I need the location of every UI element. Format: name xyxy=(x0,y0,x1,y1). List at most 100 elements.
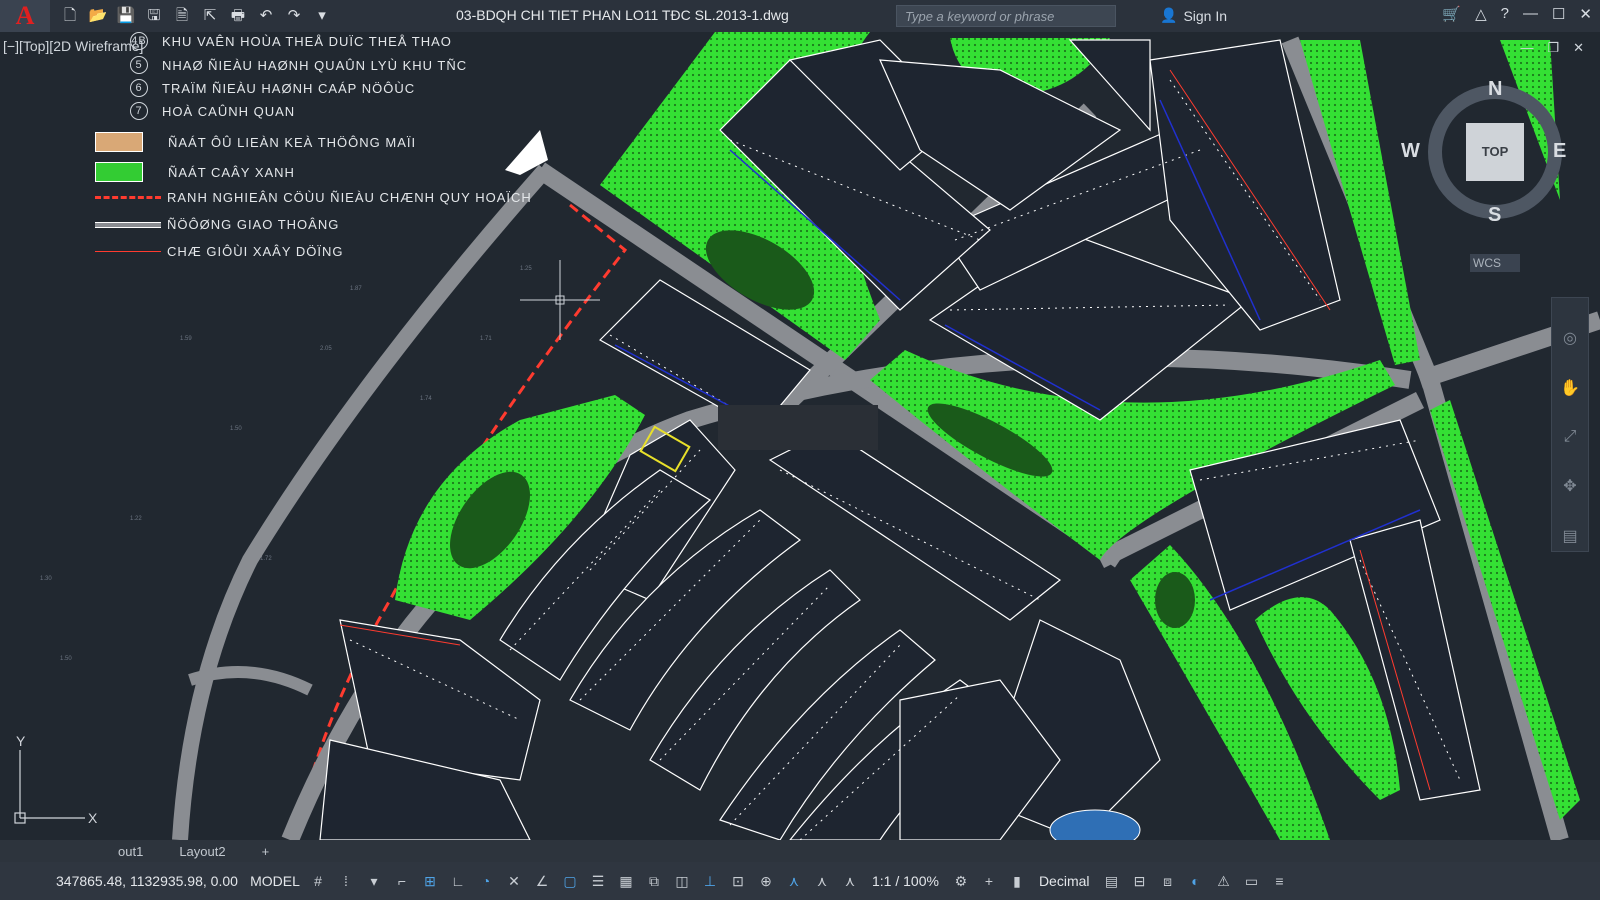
legend-text: ÑÖÔØNG GIAO THOÂNG xyxy=(167,217,340,232)
drawing-viewport[interactable]: 1.25 1.87 2.05 1.50 1.22 1.50 1.74 1.59 1.30 1… xyxy=(0,32,1600,840)
compass-north[interactable]: N xyxy=(1488,78,1502,101)
object-snap-tracking-icon[interactable]: ∠ xyxy=(531,873,553,890)
grid-icon[interactable]: # xyxy=(307,873,329,889)
help-icon[interactable]: ? xyxy=(1501,5,1509,23)
close-icon[interactable]: ✕ xyxy=(1579,5,1592,23)
maximize-icon[interactable]: ☐ xyxy=(1552,5,1565,23)
dynamic-input-icon[interactable]: ⊞ xyxy=(419,873,441,890)
legend-number: 4B xyxy=(130,32,148,50)
polar-tracking-icon[interactable]: ◔ xyxy=(475,873,497,889)
legend-text: ÑAÁT ÔÛ LIEÀN KEÀ THÖÔNG MAÏI xyxy=(168,134,417,150)
quick-properties-icon[interactable]: ▤ xyxy=(1101,873,1123,890)
viewport-restore-icon[interactable]: ❐ xyxy=(1547,40,1559,56)
viewport-close-icon[interactable]: ✕ xyxy=(1573,40,1584,56)
compass-east[interactable]: E xyxy=(1553,140,1566,163)
legend-line xyxy=(95,251,161,252)
svg-text:1.50: 1.50 xyxy=(60,656,72,662)
a360-icon[interactable]: △ xyxy=(1475,5,1487,23)
publish-icon[interactable]: 🗎 xyxy=(172,6,192,26)
legend-swatch xyxy=(95,132,143,152)
units-icon: ▮ xyxy=(1013,872,1021,889)
selection-filter-icon[interactable]: ⊡ xyxy=(727,873,749,890)
save-as-icon[interactable]: 🖫 xyxy=(144,6,164,26)
steering-wheel-icon[interactable]: ◎ xyxy=(1563,328,1577,348)
snap-icon[interactable]: ⁞ xyxy=(335,873,357,889)
new-file-icon[interactable]: 🗋 xyxy=(60,6,80,26)
infer-constraints-icon[interactable]: ⌐ xyxy=(391,873,413,889)
app-menu-button[interactable]: A xyxy=(0,0,50,32)
legend-swatch xyxy=(95,162,143,182)
tab-layout1[interactable]: out1 xyxy=(100,844,161,859)
tab-layout2[interactable]: Layout2 xyxy=(161,844,243,859)
auto-scale-icon[interactable]: ⋏ xyxy=(811,873,833,890)
svg-text:1.74: 1.74 xyxy=(420,396,432,402)
annotation-visibility-icon[interactable]: ⋏ xyxy=(783,873,805,890)
plot-icon[interactable]: 🖶 xyxy=(228,6,248,26)
clean-screen-icon[interactable]: ▭ xyxy=(1241,873,1263,890)
import-icon[interactable]: ⇱ xyxy=(200,6,220,26)
navigation-bar: ◎ ✋ ⤢ ✥ ▤ xyxy=(1551,297,1589,552)
customization-menu-icon[interactable]: ≡ xyxy=(1269,873,1291,889)
wcs-menu[interactable]: WCS xyxy=(1470,254,1520,272)
annotation-scale-icon[interactable]: ⋏ xyxy=(839,873,861,890)
legend-row: ÑÖÔØNG GIAO THOÂNG xyxy=(95,217,339,232)
undo-icon[interactable]: ↶ xyxy=(256,6,276,26)
legend-number: 6 xyxy=(130,79,148,97)
lock-ui-icon[interactable]: ⊟ xyxy=(1129,873,1151,890)
showmotion-icon[interactable]: ▤ xyxy=(1562,526,1577,546)
zoom-icon[interactable]: ⤢ xyxy=(1564,428,1577,446)
svg-text:1.87: 1.87 xyxy=(350,286,362,292)
transparency-icon[interactable]: ▦ xyxy=(615,873,637,890)
minimize-icon[interactable]: — xyxy=(1523,5,1538,23)
pan-icon[interactable]: ✋ xyxy=(1560,378,1580,398)
3d-osnap-icon[interactable]: ◫ xyxy=(671,873,693,890)
layout-tabs: out1 Layout2 + xyxy=(0,840,1600,862)
autocad-logo-icon: A xyxy=(15,1,35,30)
window-controls: 🛒 △ ? — ☐ ✕ xyxy=(1442,5,1592,23)
gizmo-icon[interactable]: ⊕ xyxy=(755,873,777,890)
quick-access-toolbar: 🗋 📂 💾 🖫 🗎 ⇱ 🖶 ↶ ↷ ▾ xyxy=(60,6,332,26)
model-space-button[interactable]: MODEL xyxy=(246,873,304,889)
units-selector[interactable]: Decimal xyxy=(1039,873,1090,889)
open-file-icon[interactable]: 📂 xyxy=(88,6,108,26)
orbit-icon[interactable]: ✥ xyxy=(1563,476,1576,496)
lineweight-icon[interactable]: ☰ xyxy=(587,873,609,890)
dynamic-ucs-icon[interactable]: ⊥ xyxy=(699,873,721,890)
viewcube[interactable]: TOP N S E W xyxy=(1401,78,1575,230)
coordinates-readout[interactable]: 347865.48, 1132935.98, 0.00 xyxy=(56,873,246,889)
add-layout-button[interactable]: + xyxy=(244,844,288,859)
legend-number: 7 xyxy=(130,102,148,120)
customize-dropdown-icon[interactable]: ▾ xyxy=(312,6,332,26)
viewport-minimize-icon[interactable]: — xyxy=(1520,40,1533,56)
compass-south[interactable]: S xyxy=(1488,204,1501,227)
hardware-acceleration-icon[interactable]: ◐ xyxy=(1185,873,1207,889)
workspace-gear-icon[interactable]: ⚙ xyxy=(950,873,972,890)
legend-text: HOÀ CAÛNH QUAN xyxy=(162,103,296,119)
user-icon: 👤 xyxy=(1160,7,1178,23)
sign-in-button[interactable]: 👤 Sign In xyxy=(1160,7,1227,24)
store-icon[interactable]: 🛒 xyxy=(1442,5,1461,23)
svg-text:1.71: 1.71 xyxy=(480,336,492,342)
annotation-monitor-icon[interactable]: + xyxy=(978,873,1000,889)
svg-text:X: X xyxy=(88,810,98,826)
ortho-icon[interactable]: ∟ xyxy=(447,873,469,889)
legend-text: KHU VAÊN HOÙA THEÅ DUÏC THEÅ THAO xyxy=(162,33,452,49)
snap-dropdown-icon[interactable]: ▾ xyxy=(363,873,385,890)
legend-row: ÑAÁT ÔÛ LIEÀN KEÀ THÖÔNG MAÏI xyxy=(95,132,416,152)
viewport-controls-label[interactable]: [−][Top][2D Wireframe] xyxy=(3,38,143,54)
annotation-scale[interactable]: 1:1 / 100% xyxy=(872,873,939,889)
site-plan-drawing: 1.25 1.87 2.05 1.50 1.22 1.50 1.74 1.59 1.30 1… xyxy=(14,32,1600,840)
object-snap-icon[interactable]: ▢ xyxy=(559,873,581,890)
save-icon[interactable]: 💾 xyxy=(116,6,136,26)
viewcube-top-face[interactable]: TOP xyxy=(1466,123,1524,181)
legend-number: 5 xyxy=(130,56,148,74)
search-input[interactable]: Type a keyword or phrase xyxy=(896,5,1116,27)
isolate-objects-icon[interactable]: ⧈ xyxy=(1157,873,1179,890)
legend-row: 5 NHAØ ÑIEÀU HAØNH QUAÛN LYÙ KHU TÑC xyxy=(130,56,467,74)
legend-text: RANH NGHIEÂN CÖÙU ÑIEÀU CHÆNH QUY HOAÏCH xyxy=(167,190,532,205)
redo-icon[interactable]: ↷ xyxy=(284,6,304,26)
compass-west[interactable]: W xyxy=(1401,140,1420,163)
isodraft-icon[interactable]: ✕ xyxy=(503,873,525,890)
notification-icon[interactable]: ⚠ xyxy=(1213,873,1235,890)
selection-cycling-icon[interactable]: ⧉ xyxy=(643,873,665,890)
